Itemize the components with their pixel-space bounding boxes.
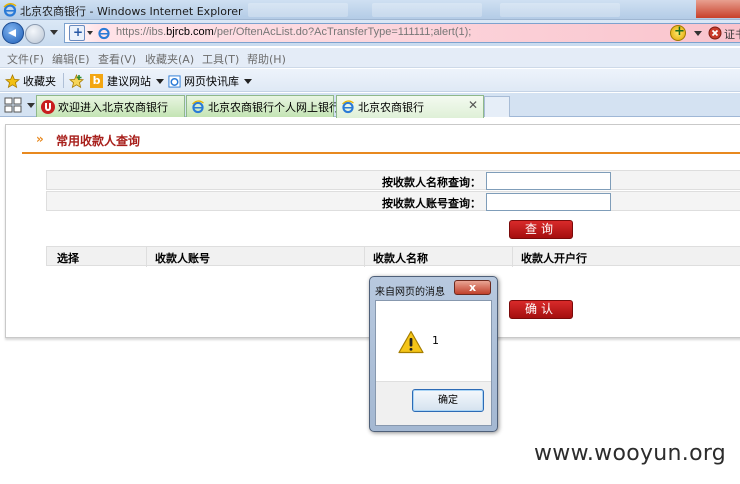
history-dropdown-icon[interactable] (50, 30, 58, 35)
menu-tools[interactable]: 工具(T) (202, 51, 239, 67)
star-icon (5, 73, 20, 88)
site-favicon-icon (41, 99, 55, 114)
menu-favorites[interactable]: 收藏夹(A) (145, 51, 194, 67)
web-slice-label: 网页快讯库 (184, 75, 239, 88)
tab-label: 欢迎进入北京农商银行 (58, 100, 168, 114)
stop-icon[interactable] (708, 26, 722, 40)
forward-button[interactable] (25, 24, 45, 44)
address-toolbar: https://ibs.bjrcb.com/per/OftenAcList.do… (0, 20, 740, 46)
column-header-name: 收款人名称 (373, 252, 428, 265)
compatibility-view-icon[interactable] (670, 24, 686, 41)
back-button[interactable] (2, 22, 24, 44)
column-divider (512, 247, 513, 267)
menu-file[interactable]: 文件(F) (7, 51, 44, 67)
menu-help[interactable]: 帮助(H) (247, 51, 286, 67)
web-slice-gallery-button[interactable]: 网页快讯库 (168, 73, 252, 89)
background-window-ghost (372, 3, 482, 17)
dialog-body: 1 确定 (375, 300, 492, 426)
alert-dialog: 来自网页的消息 x 1 确定 (369, 276, 498, 432)
quick-tabs-icon[interactable] (4, 97, 22, 113)
ok-button[interactable]: 确定 (412, 389, 484, 412)
dialog-close-button[interactable]: x (454, 280, 491, 295)
ie-page-icon (342, 100, 354, 114)
query-name-label: 按收款人名称查询： (382, 176, 481, 189)
internet-explorer-icon (3, 3, 17, 17)
add-favorite-star-icon (69, 73, 84, 88)
warning-icon (398, 330, 424, 354)
window-close-button[interactable] (696, 0, 740, 18)
page-ie-icon (98, 27, 110, 40)
toolbar-divider (63, 73, 64, 88)
menu-view[interactable]: 查看(V) (98, 51, 136, 67)
watermark: www.wooyun.org (534, 441, 727, 466)
payee-account-input[interactable] (486, 193, 611, 211)
double-arrow-icon: » (36, 132, 44, 146)
chevron-down-icon (156, 78, 164, 84)
payee-name-input[interactable] (486, 172, 611, 190)
dialog-title: 来自网页的消息 (375, 287, 445, 298)
suggested-sites-label: 建议网站 (107, 75, 151, 88)
favorites-button[interactable]: 收藏夹 (5, 73, 56, 89)
add-to-favorites-bar-button[interactable] (69, 73, 84, 89)
tab-bjrcb-active[interactable]: 北京农商银行 ✕ (336, 95, 484, 118)
column-header-account: 收款人账号 (155, 252, 210, 265)
menu-edit[interactable]: 编辑(E) (52, 51, 90, 67)
menu-bar: 文件(F) 编辑(E) 查看(V) 收藏夹(A) 工具(T) 帮助(H) (0, 48, 740, 68)
background-window-ghost (248, 3, 348, 17)
maximize-button[interactable] (668, 0, 696, 18)
favorites-bar: 收藏夹 b 建议网站 网页快讯库 (0, 69, 740, 92)
column-divider (146, 247, 147, 267)
url-text[interactable]: https://ibs.bjrcb.com/per/OftenAcList.do… (116, 26, 471, 38)
tab-list-dropdown-icon[interactable] (27, 103, 35, 108)
chevron-down-icon (244, 78, 252, 84)
window-title-bar: 北京农商银行 - Windows Internet Explorer (0, 0, 740, 20)
close-tab-icon[interactable]: ✕ (468, 98, 478, 112)
column-header-select: 选择 (57, 252, 79, 265)
favorites-label: 收藏夹 (23, 75, 56, 88)
tab-personal-ebank[interactable]: 北京农商银行个人网上银行 (186, 95, 340, 117)
query-account-label: 按收款人账号查询： (382, 197, 481, 210)
query-row-account: 按收款人账号查询： (46, 191, 740, 211)
site-security-icon[interactable] (69, 25, 85, 41)
tab-strip: 欢迎进入北京农商银行 北京农商银行个人网上银行 北京农商银行 ✕ (0, 93, 740, 118)
tab-welcome[interactable]: 欢迎进入北京农商银行 (36, 95, 185, 117)
section-title: 常用收款人查询 (56, 134, 141, 148)
window-title: 北京农商银行 - Windows Internet Explorer (20, 5, 243, 18)
ie-page-icon (192, 99, 204, 113)
minimize-button[interactable] (640, 0, 668, 18)
payee-table-header: 选择 收款人账号 收款人名称 收款人开户行 (46, 246, 740, 267)
address-bar[interactable]: https://ibs.bjrcb.com/per/OftenAcList.do… (64, 23, 740, 43)
chevron-down-icon[interactable] (87, 31, 93, 35)
suggested-sites-button[interactable]: b 建议网站 (90, 73, 164, 89)
certificate-error-label[interactable]: 证书 (724, 26, 740, 42)
query-row-name: 按收款人名称查询： (46, 170, 740, 190)
bing-icon: b (90, 74, 103, 88)
tab-label: 北京农商银行个人网上银行 (208, 100, 340, 114)
dialog-footer: 确定 (376, 381, 491, 425)
column-header-bank: 收款人开户行 (521, 252, 587, 265)
new-tab-button[interactable] (484, 96, 510, 117)
web-slice-icon (168, 74, 181, 88)
confirm-button[interactable]: 确认 (509, 300, 573, 319)
tab-label: 北京农商银行 (358, 101, 424, 114)
background-window-ghost (500, 3, 620, 17)
column-divider (364, 247, 365, 267)
window-controls (640, 0, 740, 20)
dialog-message: 1 (432, 334, 439, 347)
search-button[interactable]: 查询 (509, 220, 573, 239)
chevron-down-icon[interactable] (694, 31, 702, 36)
section-header: » 常用收款人查询 (22, 128, 740, 154)
